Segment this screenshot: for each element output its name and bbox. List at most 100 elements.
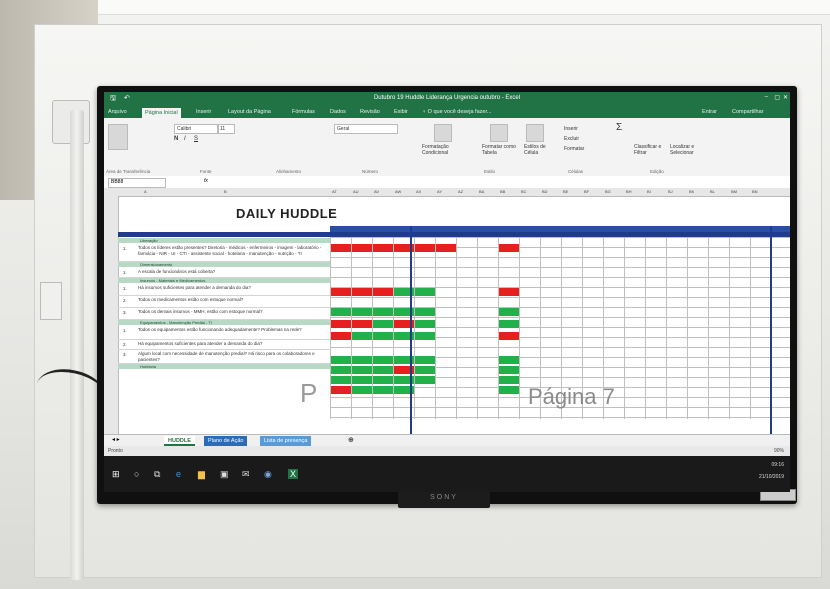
autosum-icon[interactable]: Σ — [616, 122, 622, 133]
maximize-icon[interactable]: ▢ — [774, 94, 780, 101]
delete-cells[interactable]: Excluir — [564, 136, 579, 142]
format-cells[interactable]: Formatar — [564, 146, 584, 152]
status-cell[interactable] — [373, 308, 393, 316]
question-row[interactable]: 1. Todos os equipamentos estão funcionand… — [118, 326, 330, 340]
add-sheet-icon[interactable]: ⊕ — [348, 436, 354, 444]
status-cell[interactable] — [373, 366, 393, 374]
font-name-select[interactable]: Calibri — [174, 124, 218, 134]
store-icon[interactable]: ▣ — [220, 469, 229, 480]
minimize-icon[interactable]: – — [765, 94, 768, 100]
clock-date[interactable]: 21/10/2019 — [759, 474, 784, 480]
col-header[interactable]: BF — [584, 189, 589, 194]
status-cell[interactable] — [415, 320, 435, 328]
zoom-level[interactable]: 90% — [774, 448, 784, 454]
tab-exibir[interactable]: Exibir — [394, 109, 408, 115]
status-cell[interactable] — [331, 308, 351, 316]
status-cell[interactable] — [352, 308, 372, 316]
app-icon[interactable]: ◉ — [264, 469, 272, 480]
cell-styles-icon[interactable] — [526, 124, 544, 142]
col-header[interactable]: BA — [479, 189, 484, 194]
status-cell[interactable] — [352, 244, 372, 252]
tab-layout[interactable]: Layout da Página — [228, 109, 271, 115]
status-cell[interactable] — [415, 356, 435, 364]
col-header[interactable]: BE — [563, 189, 568, 194]
status-cell[interactable] — [436, 244, 456, 252]
col-header[interactable]: AU — [353, 189, 359, 194]
status-cell[interactable] — [331, 376, 351, 384]
col-header[interactable]: AY — [437, 189, 442, 194]
task-view-icon[interactable]: ⧉ — [154, 469, 160, 480]
status-cell[interactable] — [331, 356, 351, 364]
fx-icon[interactable]: fx — [204, 178, 208, 184]
question-row[interactable]: 2. Há equipamentos suficientes para atend… — [118, 340, 330, 350]
col-header[interactable]: AZ — [458, 189, 463, 194]
status-cell[interactable] — [373, 288, 393, 296]
windows-start-icon[interactable]: ⊞ — [112, 469, 120, 480]
col-header[interactable]: BC — [521, 189, 527, 194]
status-cell[interactable] — [415, 366, 435, 374]
col-header[interactable]: BJ — [668, 189, 673, 194]
status-cell[interactable] — [499, 288, 519, 296]
status-cell[interactable] — [373, 376, 393, 384]
status-cell[interactable] — [499, 320, 519, 328]
question-row[interactable]: 3. Todos os demais insumos - MMH, estão c… — [118, 308, 330, 320]
excel-taskbar-icon[interactable]: X — [288, 469, 299, 479]
col-header[interactable]: BH — [626, 189, 632, 194]
status-cell[interactable] — [415, 244, 435, 252]
status-cell[interactable] — [331, 386, 351, 394]
sheet-tab-huddle[interactable]: HUDDLE — [164, 436, 195, 446]
folder-icon[interactable]: ▆ — [198, 469, 205, 480]
conditional-format-icon[interactable] — [434, 124, 452, 142]
col-header[interactable]: BI — [647, 189, 651, 194]
col-header[interactable]: AX — [416, 189, 421, 194]
cell-styles-label[interactable]: Estilos de Célula — [524, 144, 558, 156]
name-box[interactable]: BB88 — [108, 178, 166, 188]
status-cell[interactable] — [415, 308, 435, 316]
font-size-select[interactable]: 11 — [218, 124, 235, 134]
underline-icon[interactable]: S — [194, 136, 198, 142]
tab-revisao[interactable]: Revisão — [360, 109, 380, 115]
tab-dados[interactable]: Dados — [330, 109, 346, 115]
prev-sheet-icon[interactable]: ◂ ▸ — [112, 436, 120, 443]
tell-me-input[interactable]: ♀ O que você deseja fazer... — [422, 109, 492, 115]
status-cell[interactable] — [499, 244, 519, 252]
col-header[interactable]: BG — [605, 189, 611, 194]
edge-icon[interactable]: e — [176, 469, 181, 479]
share-button[interactable]: Compartilhar — [732, 109, 763, 115]
col-b[interactable]: B — [224, 189, 227, 194]
col-header[interactable]: BM — [731, 189, 737, 194]
bold-icon[interactable]: N — [174, 136, 178, 142]
col-header[interactable]: AT — [332, 189, 337, 194]
status-cell[interactable] — [373, 356, 393, 364]
status-cell[interactable] — [415, 332, 435, 340]
search-icon[interactable]: ○ — [134, 469, 139, 479]
col-header[interactable]: AW — [395, 189, 401, 194]
question-row[interactable]: 1. A escala de funcionários está coberta? — [118, 268, 330, 278]
italic-icon[interactable]: I — [184, 136, 186, 142]
insert-cells[interactable]: Inserir — [564, 126, 578, 132]
status-cell[interactable] — [352, 320, 372, 328]
status-cell[interactable] — [352, 366, 372, 374]
sign-in-link[interactable]: Entrar — [702, 109, 717, 115]
paste-icon[interactable] — [108, 124, 128, 150]
sheet-tab-lista[interactable]: Lista de presença — [260, 436, 312, 446]
sheet-tab-plano[interactable]: Plano de Ação — [204, 436, 248, 446]
status-cell[interactable] — [415, 376, 435, 384]
question-row[interactable]: 2. Todos os medicamentos estão com estoqu… — [118, 296, 330, 308]
col-header[interactable]: BL — [710, 189, 715, 194]
status-cell[interactable] — [415, 288, 435, 296]
status-cell[interactable] — [373, 244, 393, 252]
close-icon[interactable]: ✕ — [783, 94, 788, 101]
status-cell[interactable] — [331, 366, 351, 374]
status-cell[interactable] — [331, 332, 351, 340]
tab-arquivo[interactable]: Arquivo — [108, 109, 127, 115]
status-cell[interactable] — [373, 386, 393, 394]
tab-inserir[interactable]: Inserir — [196, 109, 211, 115]
status-cell[interactable] — [499, 386, 519, 394]
status-cell[interactable] — [499, 376, 519, 384]
question-row[interactable]: 1. Todos os líderes estão presentes? Dire… — [118, 244, 330, 262]
status-cell[interactable] — [352, 332, 372, 340]
col-header[interactable]: BD — [542, 189, 548, 194]
status-cell[interactable] — [331, 320, 351, 328]
status-cell[interactable] — [352, 356, 372, 364]
